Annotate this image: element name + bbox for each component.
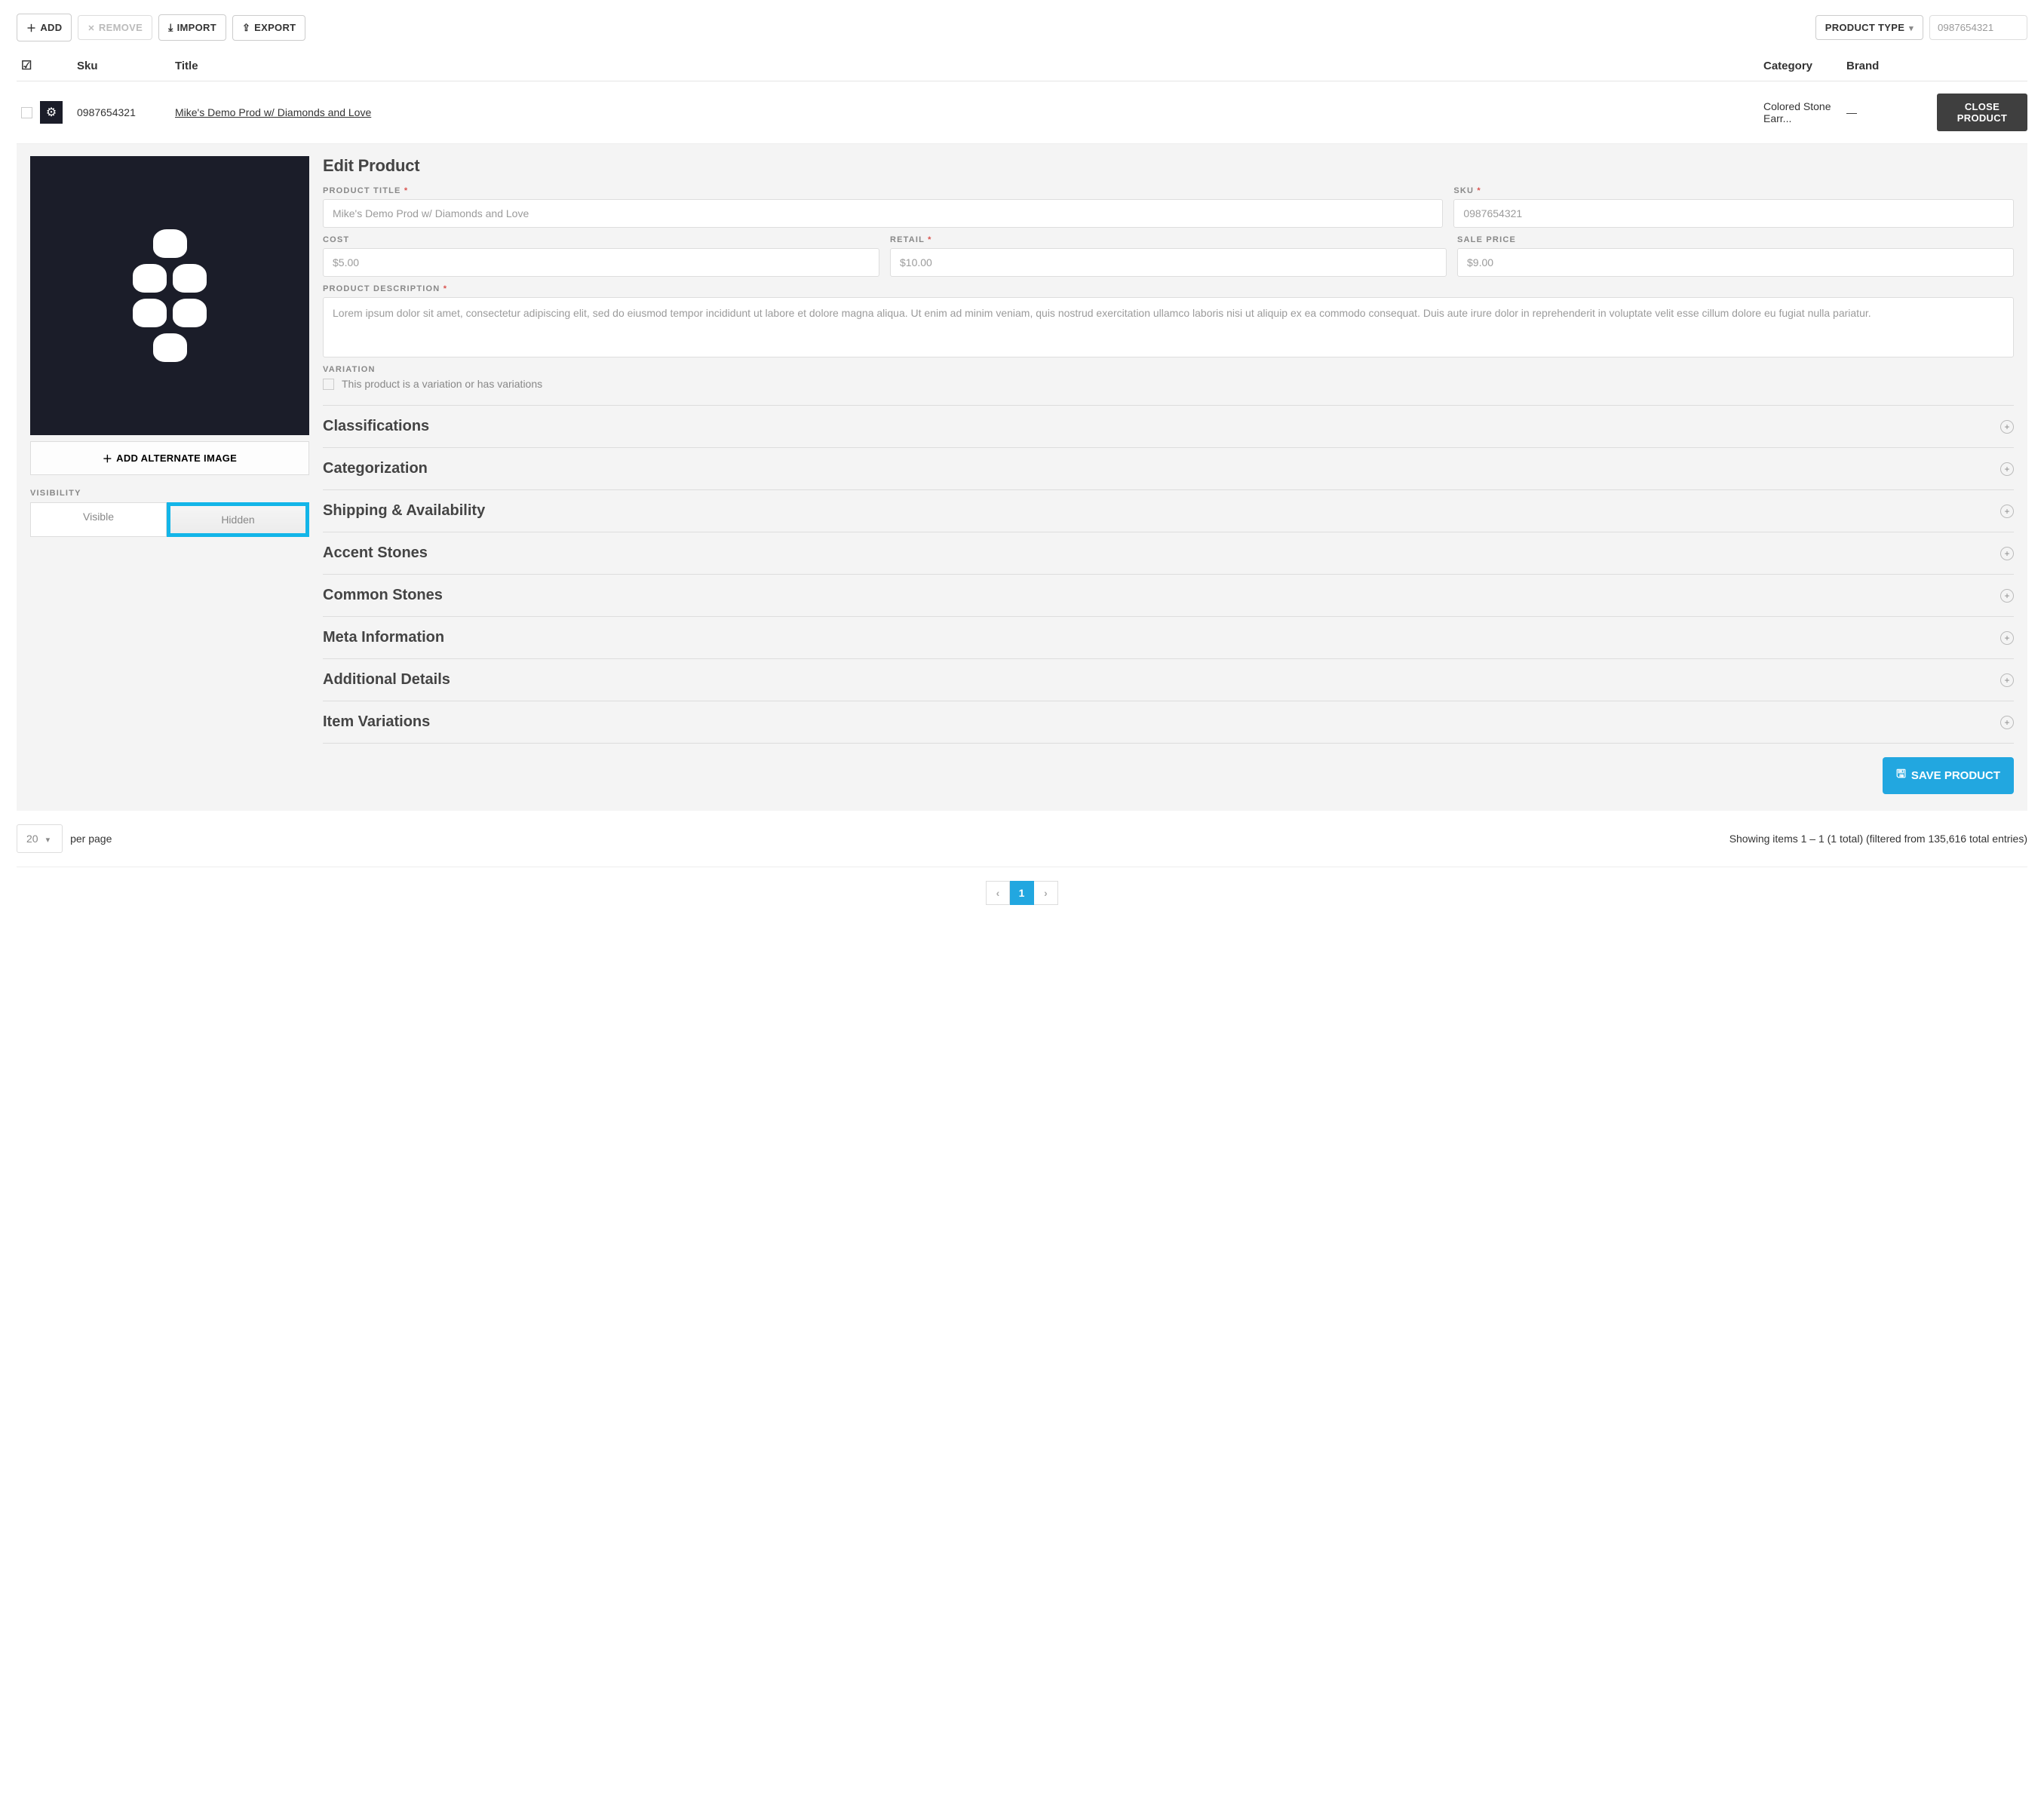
save-icon bbox=[1896, 766, 1906, 785]
table-header: ☑ Sku Title Category Brand bbox=[17, 49, 2027, 81]
per-page-select[interactable]: 20 bbox=[17, 824, 63, 853]
header-category: Category bbox=[1763, 60, 1846, 72]
prev-page-button[interactable]: ‹ bbox=[986, 881, 1010, 905]
import-button[interactable]: IMPORT bbox=[158, 14, 226, 41]
add-alternate-image-button[interactable]: ADD ALTERNATE IMAGE bbox=[30, 441, 309, 475]
caret-down-icon bbox=[1909, 22, 1914, 33]
expand-icon: + bbox=[2000, 673, 2014, 687]
expand-icon: + bbox=[2000, 462, 2014, 476]
row-brand: — bbox=[1846, 106, 1937, 118]
accordion-meta-info[interactable]: Meta Information + bbox=[323, 617, 2014, 659]
row-title-link[interactable]: Mike's Demo Prod w/ Diamonds and Love bbox=[175, 106, 371, 118]
expand-icon: + bbox=[2000, 716, 2014, 729]
plus-icon bbox=[103, 451, 112, 465]
accordion-classifications[interactable]: Classifications + bbox=[323, 405, 2014, 448]
footer-row: 20 per page Showing items 1 – 1 (1 total… bbox=[17, 824, 2027, 853]
accordion-additional-details[interactable]: Additional Details + bbox=[323, 659, 2014, 701]
results-text: Showing items 1 – 1 (1 total) (filtered … bbox=[1729, 833, 2027, 845]
sku-label: SKU * bbox=[1453, 186, 2014, 195]
retail-input[interactable] bbox=[890, 248, 1447, 277]
description-label: PRODUCT DESCRIPTION * bbox=[323, 284, 2014, 293]
close-product-button[interactable]: CLOSE PRODUCT bbox=[1937, 94, 2027, 131]
caret-down-icon bbox=[46, 833, 51, 845]
product-image[interactable] bbox=[30, 156, 309, 435]
accordion-common-stones[interactable]: Common Stones + bbox=[323, 575, 2014, 617]
edit-product-heading: Edit Product bbox=[323, 156, 2014, 176]
row-checkbox[interactable] bbox=[21, 107, 32, 118]
product-title-input[interactable] bbox=[323, 199, 1443, 228]
cost-input[interactable] bbox=[323, 248, 879, 277]
header-sku: Sku bbox=[77, 60, 175, 72]
expand-icon: + bbox=[2000, 420, 2014, 434]
accordion-shipping[interactable]: Shipping & Availability + bbox=[323, 490, 2014, 532]
accordion-categorization[interactable]: Categorization + bbox=[323, 448, 2014, 490]
page-1-button[interactable]: 1 bbox=[1010, 881, 1034, 905]
accordion-item-variations[interactable]: Item Variations + bbox=[323, 701, 2014, 744]
expand-icon: + bbox=[2000, 631, 2014, 645]
accordion-accent-stones[interactable]: Accent Stones + bbox=[323, 532, 2014, 575]
remove-button: REMOVE bbox=[78, 15, 152, 40]
pagination: ‹ 1 › bbox=[17, 867, 2027, 905]
product-title-label: PRODUCT TITLE * bbox=[323, 186, 1443, 195]
sku-input[interactable] bbox=[1453, 199, 2014, 228]
next-page-button[interactable]: › bbox=[1034, 881, 1058, 905]
import-icon bbox=[168, 21, 173, 34]
per-page-label: per page bbox=[70, 833, 112, 845]
retail-label: RETAIL * bbox=[890, 235, 1447, 244]
row-sku: 0987654321 bbox=[77, 106, 175, 118]
description-textarea[interactable]: Lorem ipsum dolor sit amet, consectetur … bbox=[323, 297, 2014, 357]
gear-icon bbox=[46, 105, 57, 120]
edit-product-panel: ADD ALTERNATE IMAGE VISIBILITY Visible H… bbox=[17, 144, 2027, 811]
export-icon bbox=[242, 22, 250, 34]
header-brand: Brand bbox=[1846, 60, 1937, 72]
add-button[interactable]: ADD bbox=[17, 14, 72, 41]
expand-icon: + bbox=[2000, 547, 2014, 560]
export-button[interactable]: EXPORT bbox=[232, 15, 305, 41]
search-input[interactable] bbox=[1929, 15, 2027, 40]
toolbar: ADD REMOVE IMPORT EXPORT PRODUCT TYPE bbox=[17, 14, 2027, 41]
row-category: Colored Stone Earr... bbox=[1763, 100, 1846, 124]
plus-icon bbox=[26, 20, 36, 35]
row-settings-button[interactable] bbox=[40, 101, 63, 124]
placeholder-logo-icon bbox=[113, 229, 226, 362]
select-all-checkbox[interactable]: ☑ bbox=[21, 58, 32, 73]
product-type-dropdown[interactable]: PRODUCT TYPE bbox=[1815, 15, 1923, 40]
cost-label: COST bbox=[323, 235, 879, 244]
variation-checkbox[interactable] bbox=[323, 379, 334, 390]
table-row: 0987654321 Mike's Demo Prod w/ Diamonds … bbox=[17, 81, 2027, 144]
variation-text: This product is a variation or has varia… bbox=[342, 378, 542, 390]
expand-icon: + bbox=[2000, 589, 2014, 603]
visibility-label: VISIBILITY bbox=[30, 489, 309, 498]
variation-label: VARIATION bbox=[323, 365, 2014, 374]
visibility-hidden-button[interactable]: Hidden bbox=[170, 506, 305, 533]
header-title: Title bbox=[175, 60, 1763, 72]
save-product-button[interactable]: SAVE PRODUCT bbox=[1883, 757, 2014, 794]
expand-icon: + bbox=[2000, 505, 2014, 518]
sale-price-input[interactable] bbox=[1457, 248, 2014, 277]
x-icon bbox=[87, 22, 95, 33]
sale-price-label: SALE PRICE bbox=[1457, 235, 2014, 244]
visibility-visible-button[interactable]: Visible bbox=[30, 502, 167, 537]
